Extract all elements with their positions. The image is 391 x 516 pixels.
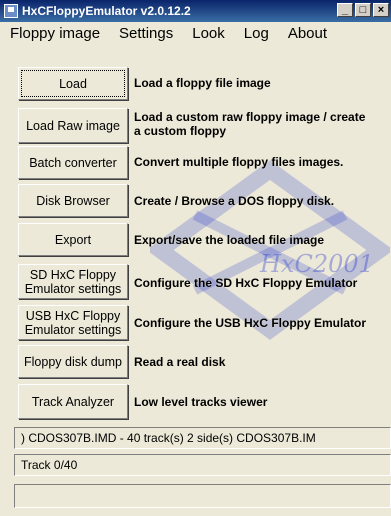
disk-browser-description: Create / Browse a DOS floppy disk. xyxy=(134,194,335,208)
window-title: HxCFloppyEmulator v2.0.12.2 xyxy=(22,4,191,18)
load-raw-image-button[interactable]: Load Raw image xyxy=(18,108,128,143)
track-status: Track 0/40 xyxy=(14,454,391,476)
track-analyzer-button[interactable]: Track Analyzer xyxy=(18,384,128,419)
floppy-disk-dump-button[interactable]: Floppy disk dump xyxy=(18,345,128,378)
usb-hxc-settings-description: Configure the USB HxC Floppy Emulator xyxy=(134,316,367,330)
usb-hxc-settings-button[interactable]: USB HxC Floppy Emulator settings xyxy=(18,305,128,340)
maximize-button[interactable]: □ xyxy=(355,3,371,17)
export-description: Export/save the loaded file image xyxy=(134,233,325,247)
watermark-text: HxC2001 xyxy=(259,250,374,278)
close-button[interactable]: × xyxy=(373,3,389,17)
hxc-logo-watermark: HxC2001 xyxy=(150,160,390,340)
menu-bar: Floppy image Settings Look Log About xyxy=(0,22,391,44)
track-analyzer-description: Low level tracks viewer xyxy=(134,395,268,409)
menu-log[interactable]: Log xyxy=(234,25,278,42)
export-button[interactable]: Export xyxy=(18,223,128,256)
menu-floppy-image[interactable]: Floppy image xyxy=(0,25,109,42)
load-raw-image-description: Load a custom raw floppy image / create … xyxy=(134,110,366,138)
menu-settings[interactable]: Settings xyxy=(109,25,182,42)
load-description: Load a floppy file image xyxy=(134,76,271,90)
loaded-file-status: ) CDOS307B.IMD - 40 track(s) 2 side(s) C… xyxy=(14,427,391,449)
minimize-button[interactable]: _ xyxy=(337,3,353,17)
sd-hxc-settings-description: Configure the SD HxC Floppy Emulator xyxy=(134,276,358,290)
batch-converter-button[interactable]: Batch converter xyxy=(18,146,128,179)
title-bar[interactable]: HxCFloppyEmulator v2.0.12.2 _ □ × xyxy=(0,0,391,22)
progress-status xyxy=(14,484,391,508)
sd-hxc-settings-button[interactable]: SD HxC Floppy Emulator settings xyxy=(18,264,128,299)
app-icon[interactable] xyxy=(4,4,18,18)
floppy-disk-dump-description: Read a real disk xyxy=(134,355,226,369)
window-controls: _ □ × xyxy=(337,3,391,17)
load-button[interactable]: Load xyxy=(18,67,128,100)
disk-browser-button[interactable]: Disk Browser xyxy=(18,184,128,217)
menu-about[interactable]: About xyxy=(278,25,336,42)
batch-converter-description: Convert multiple floppy files images. xyxy=(134,155,344,169)
menu-look[interactable]: Look xyxy=(182,25,234,42)
